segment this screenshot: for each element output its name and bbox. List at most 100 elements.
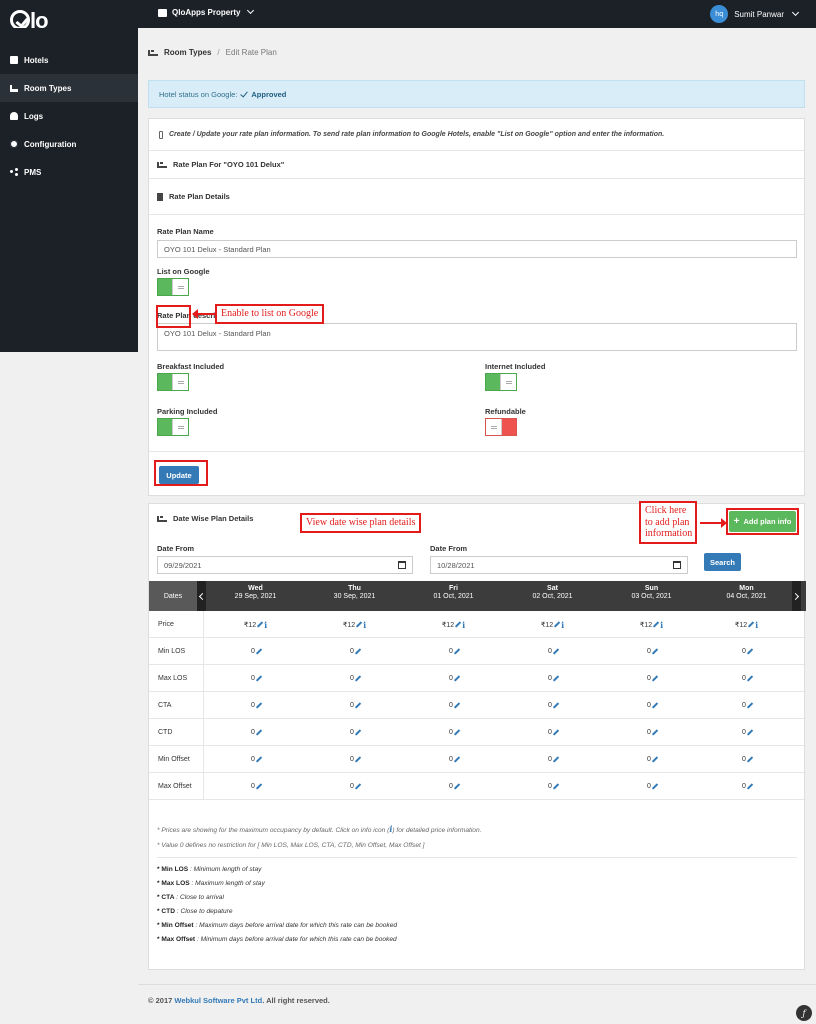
info-icon[interactable]: i — [755, 620, 758, 630]
edit-icon[interactable] — [453, 783, 461, 790]
rate-plan-description-textarea[interactable]: OYO 101 Delux - Standard Plan — [157, 323, 797, 351]
edit-icon[interactable] — [255, 702, 263, 709]
edit-icon[interactable] — [746, 702, 754, 709]
grid-header: Dates Wed 29 Sep, 2021 Thu 30 Sep, 2021 Fr… — [149, 581, 806, 611]
edit-icon[interactable] — [453, 756, 461, 763]
edit-icon[interactable] — [354, 756, 362, 763]
sidebar-item-room-types[interactable]: Room Types — [0, 74, 138, 102]
info-icon[interactable]: i — [660, 620, 663, 630]
breadcrumb-parent[interactable]: Room Types — [164, 48, 211, 57]
date-to-label: Date From — [430, 544, 468, 553]
breakfast-label: Breakfast Included — [157, 362, 225, 371]
edit-icon[interactable] — [256, 621, 264, 628]
legend-item: * Max LOS : Maximum length of stay — [157, 880, 265, 887]
edit-icon[interactable] — [255, 675, 263, 682]
search-button[interactable]: Search — [704, 553, 741, 571]
sidebar-item-logs[interactable]: Logs — [0, 102, 138, 130]
edit-icon[interactable] — [552, 783, 560, 790]
edit-icon[interactable] — [651, 729, 659, 736]
grid-cell: ₹12 i — [602, 611, 701, 638]
grid-cell: 0 — [503, 719, 602, 746]
list-on-google-toggle[interactable] — [157, 278, 189, 296]
info-icon[interactable]: i — [462, 620, 465, 630]
edit-icon[interactable] — [354, 729, 362, 736]
edit-icon[interactable] — [651, 756, 659, 763]
edit-icon[interactable] — [354, 702, 362, 709]
grid-cell: 0 — [697, 638, 796, 665]
edit-icon[interactable] — [552, 702, 560, 709]
edit-icon[interactable] — [552, 648, 560, 655]
info-icon[interactable]: i — [363, 620, 366, 630]
bed-icon — [10, 84, 18, 92]
edit-icon[interactable] — [651, 648, 659, 655]
cell-value: 0 — [251, 675, 255, 682]
edit-icon[interactable] — [354, 675, 362, 682]
sidebar-item-hotels[interactable]: Hotels — [0, 46, 138, 74]
grid-cell: 0 — [404, 773, 503, 800]
symfony-badge-icon[interactable]: ƒ — [796, 1005, 812, 1021]
breakfast-toggle[interactable] — [157, 373, 189, 391]
edit-icon[interactable] — [255, 648, 263, 655]
date-from-value: 09/29/2021 — [164, 560, 202, 570]
date-from-input[interactable]: 09/29/2021 — [157, 556, 413, 574]
info-icon[interactable]: i — [561, 620, 564, 630]
cell-value: 0 — [647, 729, 651, 736]
grid-cell: 0 — [602, 665, 701, 692]
edit-icon[interactable] — [552, 729, 560, 736]
edit-icon[interactable] — [652, 621, 660, 628]
parking-toggle[interactable] — [157, 418, 189, 436]
edit-icon[interactable] — [552, 756, 560, 763]
breadcrumb-separator: / — [217, 48, 220, 57]
add-plan-info-button[interactable]: + Add plan info — [729, 511, 796, 532]
callout-add-plan: Click here to add plan information — [639, 501, 697, 544]
edit-icon[interactable] — [255, 783, 263, 790]
grid-cell: 0 — [697, 719, 796, 746]
edit-icon[interactable] — [747, 621, 755, 628]
sidebar-item-configuration[interactable]: Configuration — [0, 130, 138, 158]
edit-icon[interactable] — [746, 756, 754, 763]
edit-icon[interactable] — [453, 702, 461, 709]
grid-cell: 0 — [206, 692, 305, 719]
grid-cell: 0 — [602, 773, 701, 800]
edit-icon[interactable] — [651, 783, 659, 790]
edit-icon[interactable] — [255, 756, 263, 763]
user-menu[interactable]: hq Sumit Panwar — [710, 5, 800, 23]
property-selector[interactable]: QloApps Property — [158, 6, 255, 17]
edit-icon[interactable] — [453, 648, 461, 655]
calendar-icon[interactable] — [673, 561, 681, 569]
arrow-icon — [192, 309, 215, 319]
edit-icon[interactable] — [255, 729, 263, 736]
edit-icon[interactable] — [355, 621, 363, 628]
edit-icon[interactable] — [453, 729, 461, 736]
grid-cell: 0 — [697, 692, 796, 719]
calendar-icon[interactable] — [398, 561, 406, 569]
refundable-toggle[interactable] — [485, 418, 517, 436]
edit-icon[interactable] — [746, 729, 754, 736]
edit-icon[interactable] — [651, 702, 659, 709]
cell-value: 0 — [548, 783, 552, 790]
edit-icon[interactable] — [746, 675, 754, 682]
footer-brand-link[interactable]: Webkul Software Pvt Ltd — [174, 996, 262, 1005]
date-to-input[interactable]: 10/28/2021 — [430, 556, 688, 574]
edit-icon[interactable] — [454, 621, 462, 628]
cell-value: 0 — [742, 729, 746, 736]
edit-icon[interactable] — [746, 783, 754, 790]
edit-icon[interactable] — [354, 783, 362, 790]
rate-plan-title: Rate Plan For "OYO 101 Delux" — [173, 160, 285, 169]
prev-dates-button[interactable] — [197, 581, 207, 611]
next-dates-button[interactable] — [791, 581, 801, 611]
status-badge: Approved — [251, 89, 287, 99]
edit-icon[interactable] — [553, 621, 561, 628]
rate-plan-name-input[interactable]: OYO 101 Delux - Standard Plan — [157, 240, 797, 258]
edit-icon[interactable] — [552, 675, 560, 682]
edit-icon[interactable] — [453, 675, 461, 682]
grid-cell: 0 — [697, 665, 796, 692]
row-label: Max Offset — [149, 773, 204, 800]
edit-icon[interactable] — [354, 648, 362, 655]
info-icon[interactable]: i — [264, 620, 267, 630]
edit-icon[interactable] — [746, 648, 754, 655]
edit-icon[interactable] — [651, 675, 659, 682]
table-row: CTA 0 0 0 0 0 0 — [149, 692, 806, 719]
sidebar-item-pms[interactable]: PMS — [0, 158, 138, 186]
internet-toggle[interactable] — [485, 373, 517, 391]
